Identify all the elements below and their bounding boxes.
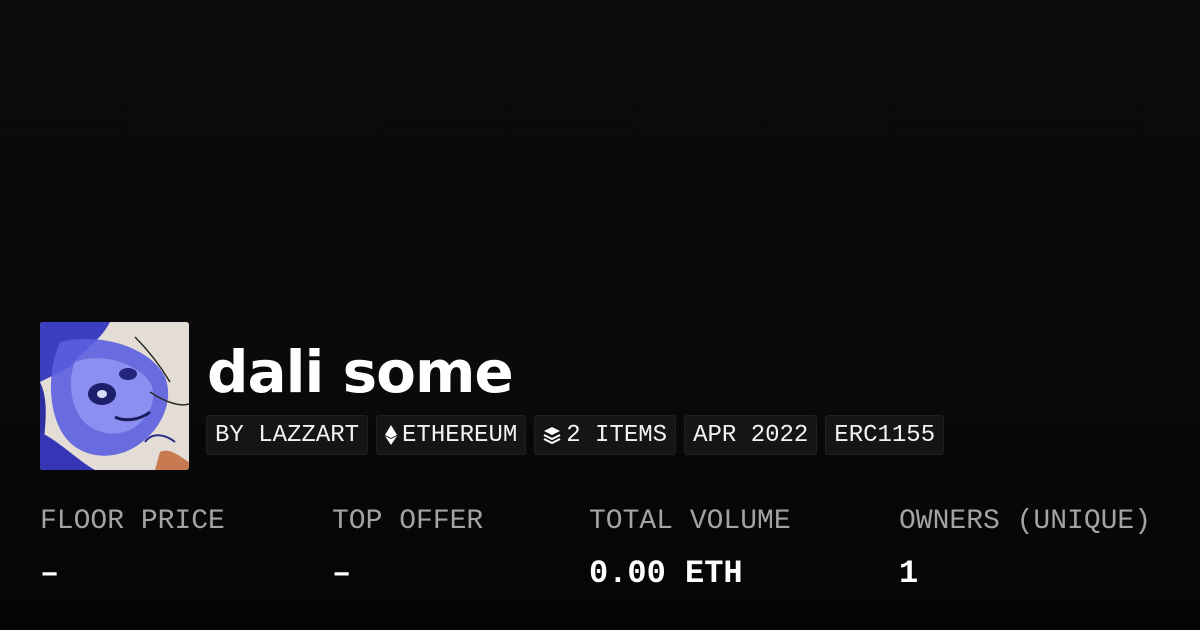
items-tag-label: 2 ITEMS: [566, 421, 668, 449]
stat-owners: OWNERS (UNIQUE) 1: [899, 504, 1151, 594]
creator-tag-label: BY LAZZART: [215, 421, 360, 449]
top-offer-label: TOP OFFER: [332, 506, 484, 537]
floor-price-label: FLOOR PRICE: [40, 506, 225, 537]
creator-tag[interactable]: BY LAZZART: [206, 415, 369, 455]
items-tag[interactable]: 2 ITEMS: [534, 415, 677, 455]
stat-top-offer: TOP OFFER –: [332, 504, 483, 594]
layers-icon: [543, 426, 561, 444]
date-tag-label: APR 2022: [693, 421, 809, 449]
ethereum-icon: [385, 425, 398, 445]
stat-floor-price: FLOOR PRICE –: [40, 504, 225, 594]
standard-tag-label: ERC1155: [834, 421, 936, 449]
floor-price-value: –: [40, 555, 60, 592]
total-volume-label: TOTAL VOLUME: [589, 506, 791, 537]
date-tag: APR 2022: [684, 415, 818, 455]
standard-tag: ERC1155: [825, 415, 945, 455]
chain-tag[interactable]: ETHEREUM: [376, 415, 527, 455]
stat-total-volume: TOTAL VOLUME 0.00 ETH: [589, 504, 791, 594]
owners-label: OWNERS (UNIQUE): [899, 506, 1152, 537]
total-volume-value: 0.00 ETH: [589, 555, 743, 592]
collection-title: dali some: [207, 338, 514, 406]
top-offer-value: –: [332, 555, 352, 592]
owners-value: 1: [899, 555, 919, 592]
collection-avatar: [40, 322, 189, 470]
chain-tag-label: ETHEREUM: [402, 421, 518, 449]
collection-tags: BY LAZZART ETHEREUM 2 ITEMS APR 2022 ERC…: [206, 415, 945, 455]
